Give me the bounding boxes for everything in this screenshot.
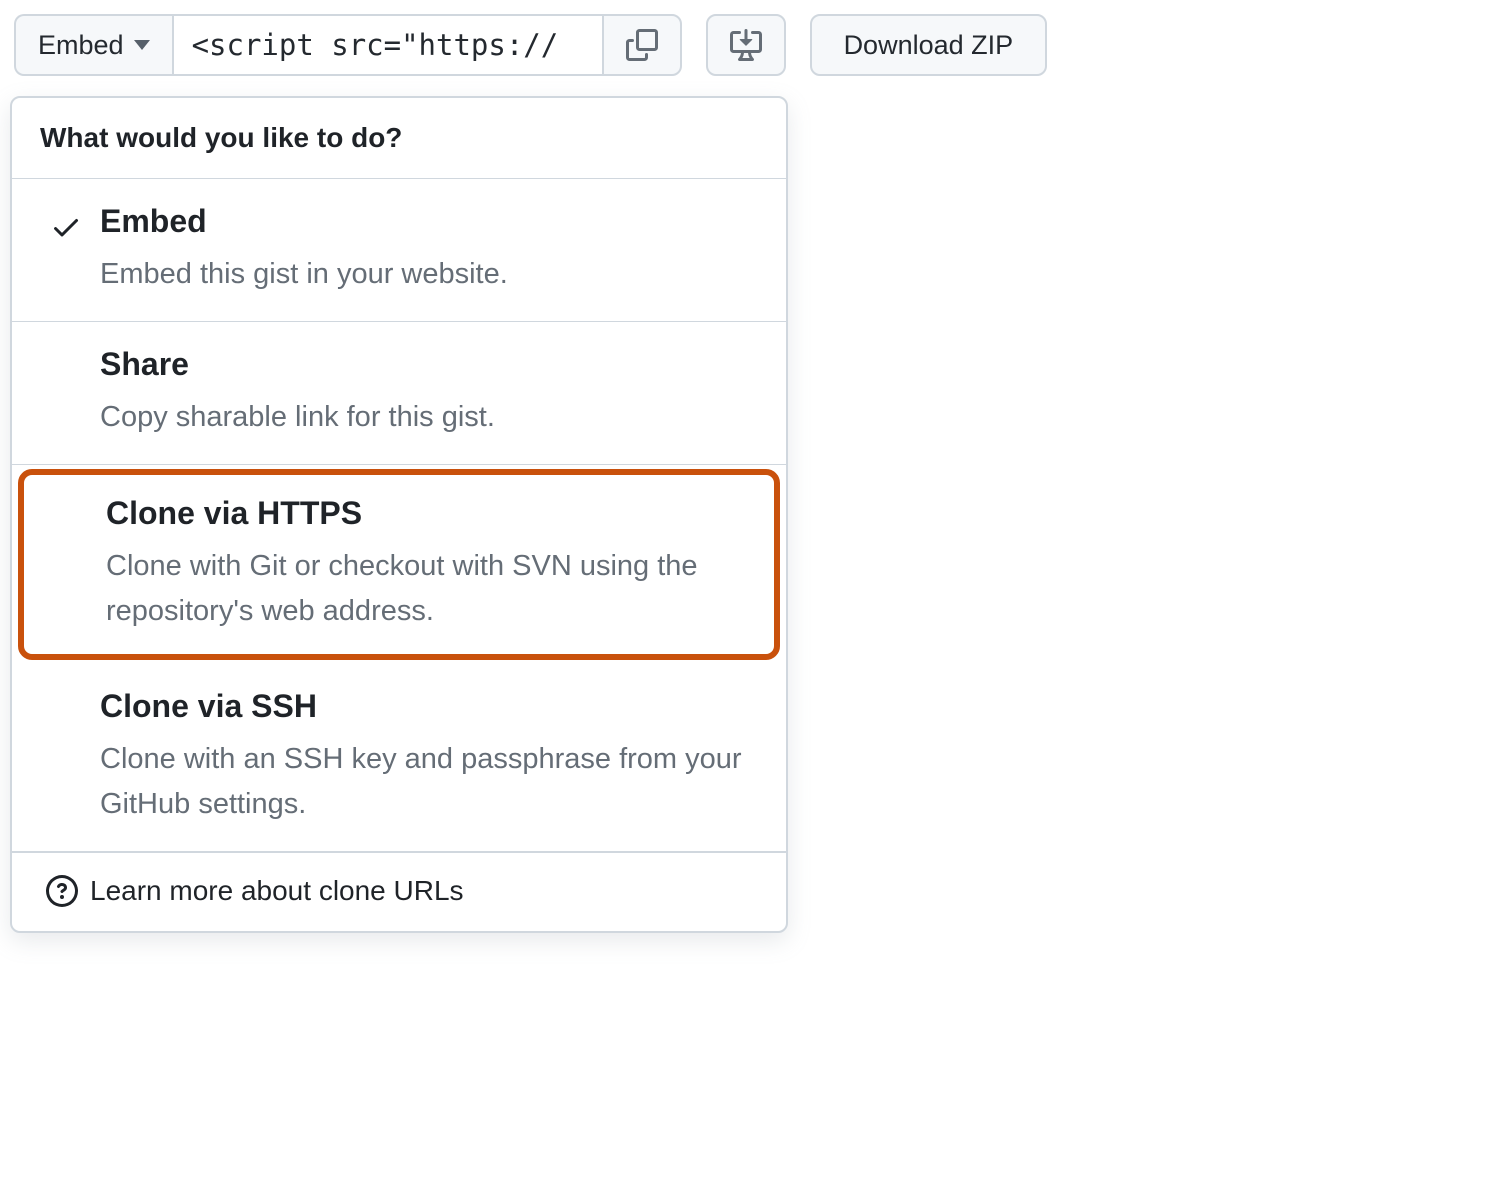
- dropdown-item-desc: Embed this gist in your website.: [100, 252, 756, 297]
- embed-button-label: Embed: [38, 30, 124, 61]
- desktop-download-icon: [730, 29, 762, 61]
- dropdown-item-desc: Clone with an SSH key and passphrase fro…: [100, 737, 756, 827]
- dropdown-item-title: Clone via HTTPS: [106, 495, 750, 532]
- copy-button[interactable]: [602, 14, 682, 76]
- embed-script-input[interactable]: [172, 14, 602, 76]
- download-zip-label: Download ZIP: [844, 30, 1014, 61]
- embed-dropdown-menu: What would you like to do? Embed Embed t…: [10, 96, 788, 933]
- desktop-download-button[interactable]: [706, 14, 786, 76]
- dropdown-item-title: Share: [100, 346, 756, 383]
- embed-group: Embed: [14, 14, 682, 76]
- dropdown-item-clone-ssh[interactable]: Clone via SSH Clone with an SSH key and …: [12, 664, 786, 852]
- dropdown-item-title: Clone via SSH: [100, 688, 756, 725]
- question-icon: [46, 875, 78, 907]
- dropdown-item-desc: Copy sharable link for this gist.: [100, 395, 756, 440]
- dropdown-footer-label: Learn more about clone URLs: [90, 875, 464, 907]
- dropdown-item-share[interactable]: Share Copy sharable link for this gist.: [12, 322, 786, 465]
- dropdown-header: What would you like to do?: [12, 98, 786, 179]
- caret-down-icon: [134, 40, 150, 50]
- toolbar: Embed Download ZIP: [14, 14, 1486, 76]
- check-icon: [50, 211, 82, 243]
- dropdown-item-embed[interactable]: Embed Embed this gist in your website.: [12, 179, 786, 322]
- copy-icon: [626, 29, 658, 61]
- dropdown-footer-link[interactable]: Learn more about clone URLs: [12, 852, 786, 931]
- dropdown-item-title: Embed: [100, 203, 756, 240]
- download-zip-button[interactable]: Download ZIP: [810, 14, 1048, 76]
- embed-dropdown-button[interactable]: Embed: [14, 14, 172, 76]
- dropdown-item-desc: Clone with Git or checkout with SVN usin…: [106, 544, 750, 634]
- dropdown-item-clone-https[interactable]: Clone via HTTPS Clone with Git or checko…: [18, 469, 780, 660]
